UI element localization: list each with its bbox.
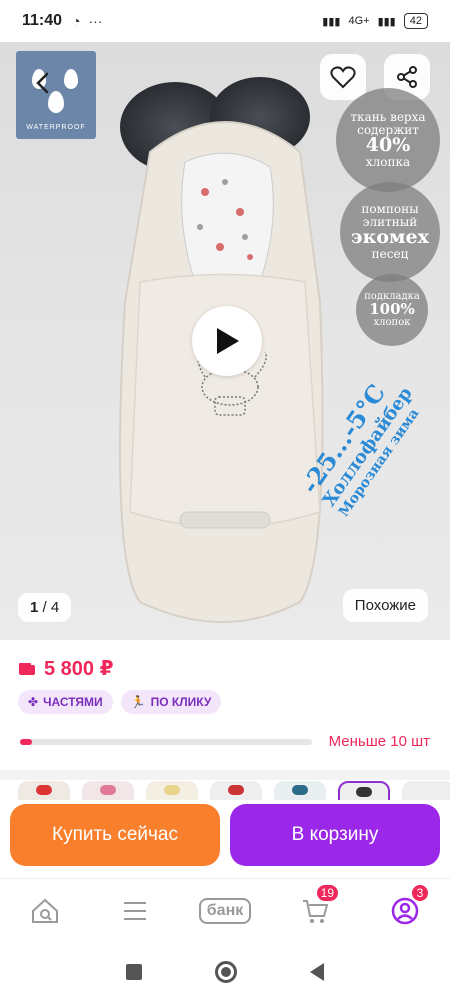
play-icon <box>217 328 239 354</box>
buy-now-button[interactable]: Купить сейчас <box>10 804 220 866</box>
home-search-icon <box>32 898 58 923</box>
tab-home[interactable] <box>20 891 70 931</box>
bottom-tab-bar: банк 19 3 <box>0 878 450 943</box>
signal-icon: ▮▮▮ <box>322 15 341 28</box>
similar-button[interactable]: Похожие <box>342 589 428 622</box>
play-video-button[interactable] <box>192 306 262 376</box>
info-line: песец <box>371 247 409 262</box>
more-dots-icon: ··· <box>88 13 103 29</box>
info-line: 40% <box>365 134 411 157</box>
info-circle-pompons: помпоны элитный экомех песец <box>340 182 440 282</box>
variant-thumb[interactable] <box>210 781 262 801</box>
tab-bank[interactable]: банк <box>198 891 252 931</box>
bank-label: банк <box>198 898 252 924</box>
stock-progress-bar <box>20 739 312 745</box>
signal-icon-2: ▮▮▮ <box>377 15 396 28</box>
variant-thumbnails <box>0 781 450 801</box>
heart-icon <box>330 66 356 89</box>
menu-icon <box>124 902 146 920</box>
info-line: хлопка <box>365 155 411 170</box>
price-row: 5 800 ₽ <box>18 656 114 681</box>
favorite-button[interactable] <box>320 54 366 100</box>
variant-thumb[interactable] <box>274 781 326 801</box>
info-line: 100% <box>369 300 415 319</box>
status-bar: 11:40 ◔ ··· ▮▮▮ 4G+ ▮▮▮ 42 <box>0 0 450 42</box>
variant-thumb[interactable] <box>82 781 134 801</box>
tab-profile[interactable]: 3 <box>380 883 430 931</box>
battery-icon: 42 <box>403 13 428 29</box>
back-button[interactable] <box>26 66 60 100</box>
cart-badge: 19 <box>314 883 340 903</box>
variant-thumb[interactable] <box>402 781 450 801</box>
info-circle-lining: подкладка 100% хлопок <box>356 274 428 346</box>
section-divider <box>0 770 450 780</box>
wallet-icon <box>19 662 35 675</box>
one-click-chip[interactable]: 🏃 ПО КЛИКУ <box>120 690 222 714</box>
stock-label: Меньше 10 шт <box>328 733 430 750</box>
info-line: хлопок <box>373 316 411 328</box>
info-circle-fabric: ткань верха содержит 40% хлопка <box>336 88 440 192</box>
tab-cart[interactable]: 19 <box>290 883 340 931</box>
purchase-bar: Купить сейчас В корзину <box>0 800 450 875</box>
variant-thumb[interactable] <box>18 781 70 801</box>
one-click-label: ПО КЛИКУ <box>150 695 212 709</box>
whatsapp-icon: ◔ <box>72 13 81 29</box>
status-time: 11:40 <box>22 12 63 29</box>
waterproof-label: WATERPROOF <box>26 124 86 131</box>
image-counter-current: 1 <box>30 599 39 616</box>
chevron-left-icon <box>36 72 49 94</box>
profile-badge: 3 <box>410 883 430 903</box>
variant-thumb[interactable] <box>146 781 198 801</box>
system-navigation <box>0 943 450 1000</box>
info-line: помпоны <box>361 202 419 217</box>
image-counter-total: / 4 <box>42 599 60 616</box>
payment-chips: ✤ ЧАСТЯМИ 🏃 ПО КЛИКУ <box>18 690 222 714</box>
recent-apps-button[interactable] <box>126 963 143 980</box>
info-line: экомех <box>351 226 429 249</box>
tab-catalog[interactable] <box>110 891 160 931</box>
stock-progress-fill <box>20 739 32 745</box>
image-counter: 1 / 4 <box>18 593 72 622</box>
running-icon: 🏃 <box>130 695 146 709</box>
installments-icon: ✤ <box>28 695 39 709</box>
home-button[interactable] <box>214 960 237 983</box>
network-label: 4G+ <box>348 15 370 27</box>
back-nav-button[interactable] <box>309 962 324 981</box>
add-to-cart-button[interactable]: В корзину <box>230 804 440 866</box>
share-icon <box>397 66 417 88</box>
variant-thumb-selected[interactable] <box>338 781 390 801</box>
installments-chip[interactable]: ✤ ЧАСТЯМИ <box>18 690 113 714</box>
price: 5 800 ₽ <box>44 658 114 680</box>
product-image-gallery[interactable]: WATERPROOF ткань верха содержит 40% хлоп… <box>0 42 450 640</box>
info-line: ткань верха <box>350 110 426 125</box>
installments-label: ЧАСТЯМИ <box>43 695 103 709</box>
